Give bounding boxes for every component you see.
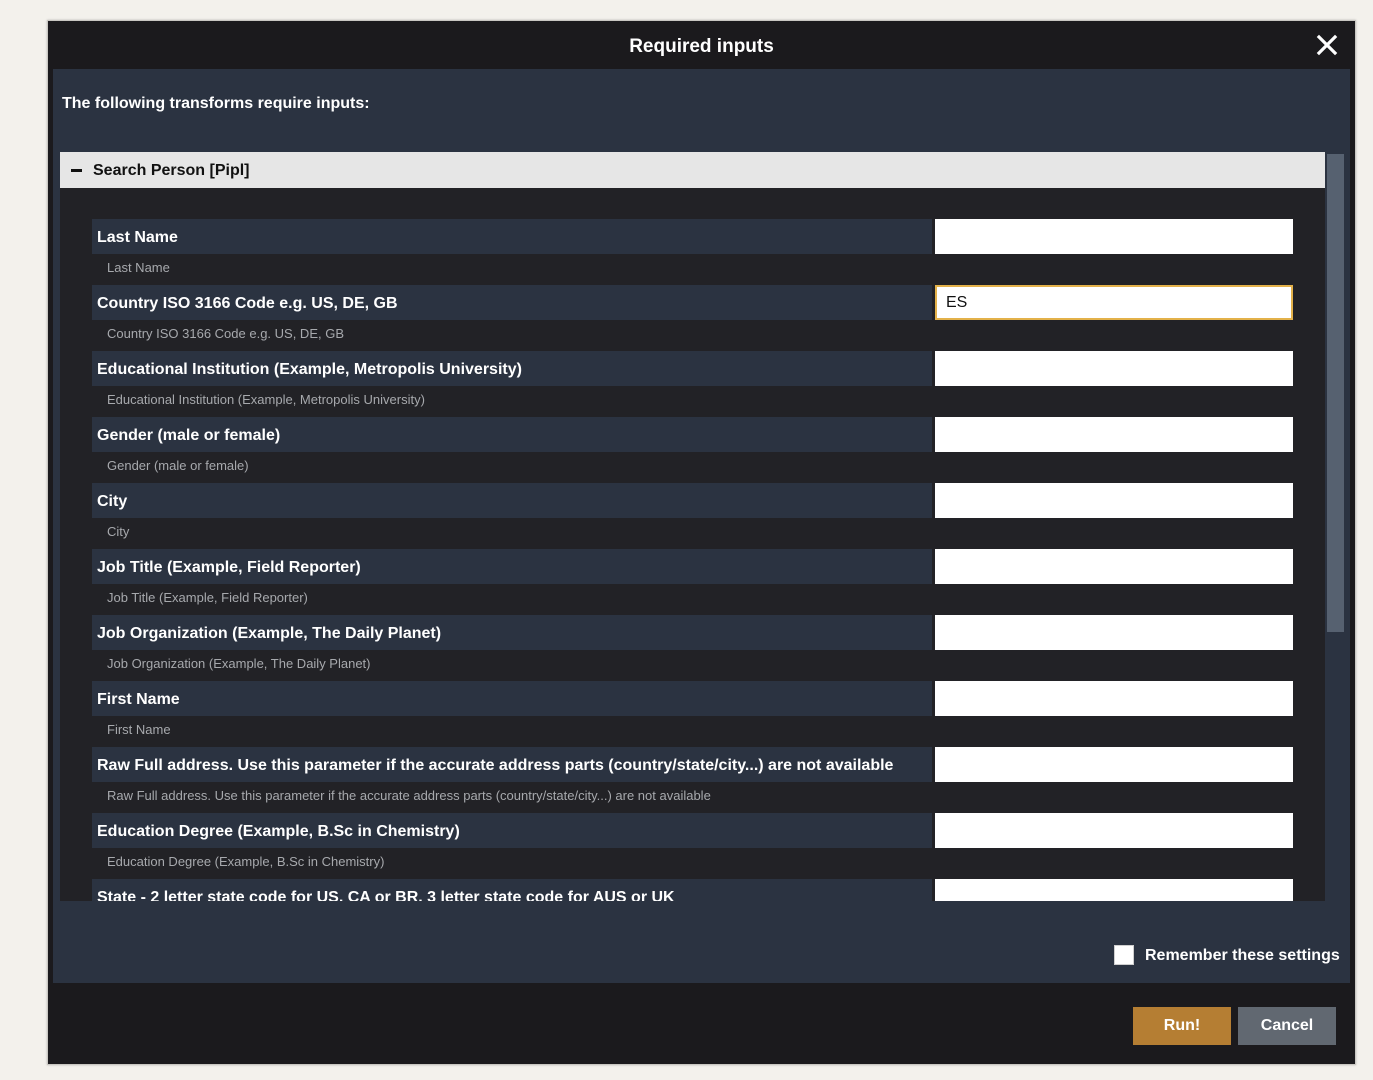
field-label: Raw Full address. Use this parameter if … — [97, 757, 894, 774]
field-description: Last Name — [107, 260, 170, 275]
field-input[interactable] — [935, 549, 1293, 584]
close-button[interactable] — [1315, 33, 1339, 57]
transform-title: Search Person [Pipl] — [93, 162, 250, 179]
input-row: Gender (male or female) Gender (male or f… — [92, 417, 1293, 483]
input-row: Raw Full address. Use this parameter if … — [92, 747, 1293, 813]
required-inputs-dialog: Required inputs The following transforms… — [47, 20, 1356, 1065]
field-label: First Name — [97, 691, 180, 708]
minus-icon[interactable] — [71, 169, 82, 172]
input-row: Education Degree (Example, B.Sc in Chemi… — [92, 813, 1293, 879]
field-label: City — [97, 493, 128, 510]
input-row: Job Title (Example, Field Reporter) Job T… — [92, 549, 1293, 615]
dialog-footer: Run! Cancel — [48, 983, 1355, 1064]
field-input[interactable] — [935, 417, 1293, 452]
input-row: First Name First Name — [92, 681, 1293, 747]
field-label: Education Degree (Example, B.Sc in Chemi… — [97, 823, 460, 840]
field-label: State - 2 letter state code for US, CA o… — [97, 889, 675, 901]
close-icon — [1316, 34, 1338, 56]
field-label-bar: Last Name — [92, 219, 932, 254]
field-label-bar: Education Degree (Example, B.Sc in Chemi… — [92, 813, 932, 848]
input-row: Country ISO 3166 Code e.g. US, DE, GB Cou… — [92, 285, 1293, 351]
field-label: Job Organization (Example, The Daily Pla… — [97, 625, 442, 642]
field-input[interactable] — [935, 747, 1293, 782]
field-label-bar: Job Organization (Example, The Daily Pla… — [92, 615, 932, 650]
input-row: Job Organization (Example, The Daily Pla… — [92, 615, 1293, 681]
field-label-bar: City — [92, 483, 932, 518]
field-label-bar: First Name — [92, 681, 932, 716]
field-label: Job Title (Example, Field Reporter) — [97, 559, 361, 576]
field-label-bar: State - 2 letter state code for US, CA o… — [92, 879, 932, 901]
field-description: Gender (male or female) — [107, 458, 249, 473]
input-row: City City — [92, 483, 1293, 549]
field-description: City — [107, 524, 130, 539]
inputs-scroll-area[interactable]: Last Name Last Name Country ISO 3166 Code … — [60, 188, 1325, 901]
scrollbar-thumb[interactable] — [1327, 154, 1344, 632]
input-row: State - 2 letter state code for US, CA o… — [92, 879, 1293, 901]
transform-section-header[interactable]: Search Person [Pipl] — [60, 152, 1325, 188]
field-description: Job Organization (Example, The Daily Pla… — [107, 656, 371, 671]
field-label-bar: Country ISO 3166 Code e.g. US, DE, GB — [92, 285, 932, 320]
field-input[interactable] — [935, 219, 1293, 254]
field-label: Country ISO 3166 Code e.g. US, DE, GB — [97, 295, 398, 312]
remember-checkbox[interactable] — [1114, 945, 1134, 965]
field-label: Gender (male or female) — [97, 427, 281, 444]
field-description: Job Title (Example, Field Reporter) — [107, 590, 308, 605]
field-description: Raw Full address. Use this parameter if … — [107, 788, 711, 803]
cancel-button[interactable]: Cancel — [1238, 1007, 1336, 1045]
field-label-bar: Gender (male or female) — [92, 417, 932, 452]
run-button[interactable]: Run! — [1133, 1007, 1231, 1045]
field-label: Last Name — [97, 229, 178, 246]
field-input[interactable] — [935, 813, 1293, 848]
field-description: Education Degree (Example, B.Sc in Chemi… — [107, 854, 385, 869]
field-input[interactable] — [935, 285, 1293, 320]
input-row: Last Name Last Name — [92, 219, 1293, 285]
field-input[interactable] — [935, 681, 1293, 716]
input-row: Educational Institution (Example, Metrop… — [92, 351, 1293, 417]
field-label-bar: Raw Full address. Use this parameter if … — [92, 747, 932, 782]
field-description: First Name — [107, 722, 171, 737]
dialog-titlebar: Required inputs — [48, 21, 1355, 69]
field-input[interactable] — [935, 615, 1293, 650]
field-input[interactable] — [935, 483, 1293, 518]
field-input[interactable] — [935, 351, 1293, 386]
field-label-bar: Educational Institution (Example, Metrop… — [92, 351, 932, 386]
remember-label: Remember these settings — [1145, 947, 1340, 964]
field-description: Educational Institution (Example, Metrop… — [107, 392, 425, 407]
field-input[interactable] — [935, 879, 1293, 901]
intro-text: The following transforms require inputs: — [62, 95, 370, 112]
dialog-title: Required inputs — [629, 36, 774, 57]
field-description: Country ISO 3166 Code e.g. US, DE, GB — [107, 326, 345, 341]
field-label: Educational Institution (Example, Metrop… — [97, 361, 522, 378]
dialog-body: The following transforms require inputs:… — [53, 69, 1350, 983]
field-label-bar: Job Title (Example, Field Reporter) — [92, 549, 932, 584]
input-fields-list: Last Name Last Name Country ISO 3166 Code … — [92, 219, 1293, 901]
vertical-scrollbar[interactable] — [1325, 152, 1344, 901]
